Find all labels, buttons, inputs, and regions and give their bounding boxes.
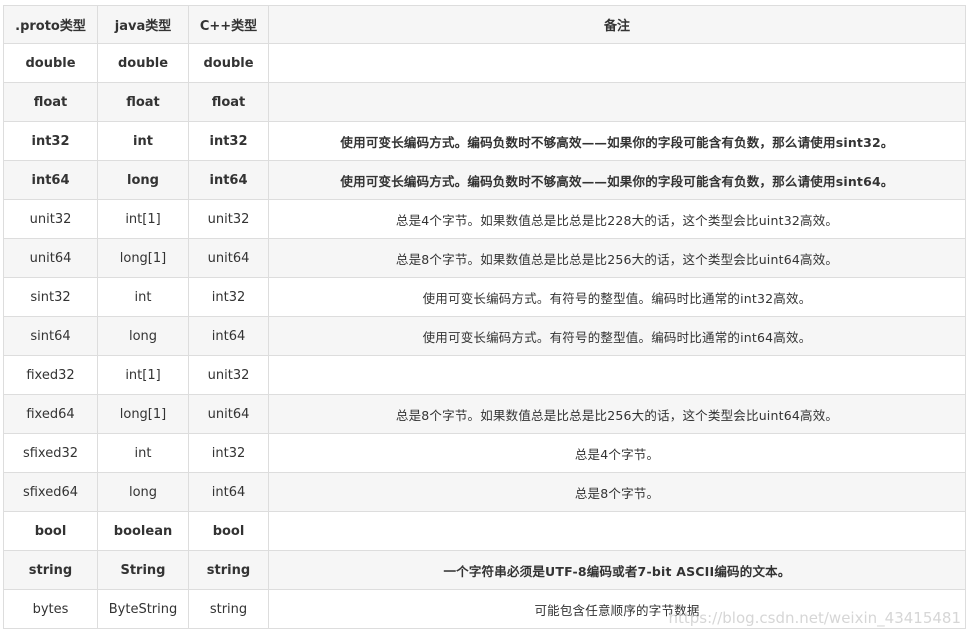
java-type-cell: long [97,316,189,356]
java-type-cell: int [97,121,189,161]
header-row: .proto类型 java类型 C++类型 备注 [3,5,966,44]
proto-type-cell: bool [3,511,98,551]
java-type-cell: long[1] [97,238,189,278]
table-row: string String string 一个字符串必须是UTF-8编码或者7-… [3,550,966,590]
header-cpp-type: C++类型 [188,5,269,44]
proto-type-cell: sfixed64 [3,472,98,512]
table-row: int64 long int64 使用可变长编码方式。编码负数时不够高效——如果… [3,160,966,200]
table-row: bytes ByteString string 可能包含任意顺序的字节数据 [3,589,966,629]
cpp-type-cell: double [188,43,269,83]
java-type-cell: int[1] [97,355,189,395]
note-cell: 总是8个字节。 [268,472,966,512]
table-row: sfixed32 int int32 总是4个字节。 [3,433,966,473]
header-java-type: java类型 [97,5,189,44]
cpp-type-cell: unit64 [188,238,269,278]
cpp-type-cell: int32 [188,277,269,317]
note-cell [268,511,966,551]
table-row: sfixed64 long int64 总是8个字节。 [3,472,966,512]
note-cell: 总是4个字节。 [268,433,966,473]
table-row: bool boolean bool [3,511,966,551]
header-note: 备注 [268,5,966,44]
proto-type-cell: bytes [3,589,98,629]
java-type-cell: float [97,82,189,122]
proto-type-cell: sint32 [3,277,98,317]
note-cell [268,82,966,122]
proto-type-cell: unit32 [3,199,98,239]
cpp-type-cell: unit64 [188,394,269,434]
note-cell: 总是4个字节。如果数值总是比总是比228大的话，这个类型会比uint32高效。 [268,199,966,239]
note-cell: 使用可变长编码方式。编码负数时不够高效——如果你的字段可能含有负数，那么请使用s… [268,160,966,200]
proto-type-cell: double [3,43,98,83]
cpp-type-cell: int32 [188,121,269,161]
note-cell: 一个字符串必须是UTF-8编码或者7-bit ASCII编码的文本。 [268,550,966,590]
java-type-cell: double [97,43,189,83]
type-mapping-table: .proto类型 java类型 C++类型 备注 double double d… [3,5,966,629]
cpp-type-cell: string [188,550,269,590]
proto-type-cell: float [3,82,98,122]
java-type-cell: long [97,160,189,200]
note-cell [268,355,966,395]
cpp-type-cell: float [188,82,269,122]
java-type-cell: int [97,277,189,317]
proto-type-cell: unit64 [3,238,98,278]
table-row: unit32 int[1] unit32 总是4个字节。如果数值总是比总是比22… [3,199,966,239]
table-body: double double double float float float i… [3,43,966,629]
table-row: unit64 long[1] unit64 总是8个字节。如果数值总是比总是比2… [3,238,966,278]
proto-type-cell: int32 [3,121,98,161]
cpp-type-cell: int64 [188,472,269,512]
java-type-cell: boolean [97,511,189,551]
cpp-type-cell: int32 [188,433,269,473]
table-row: fixed32 int[1] unit32 [3,355,966,395]
note-cell: 使用可变长编码方式。编码负数时不够高效——如果你的字段可能含有负数，那么请使用s… [268,121,966,161]
java-type-cell: ByteString [97,589,189,629]
cpp-type-cell: string [188,589,269,629]
table-row: fixed64 long[1] unit64 总是8个字节。如果数值总是比总是比… [3,394,966,434]
note-cell [268,43,966,83]
note-cell: 总是8个字节。如果数值总是比总是比256大的话，这个类型会比uint64高效。 [268,238,966,278]
note-cell: 使用可变长编码方式。有符号的整型值。编码时比通常的int32高效。 [268,277,966,317]
java-type-cell: long[1] [97,394,189,434]
table-row: sint64 long int64 使用可变长编码方式。有符号的整型值。编码时比… [3,316,966,356]
proto-type-cell: int64 [3,160,98,200]
table-row: int32 int int32 使用可变长编码方式。编码负数时不够高效——如果你… [3,121,966,161]
table-row: sint32 int int32 使用可变长编码方式。有符号的整型值。编码时比通… [3,277,966,317]
table-header: .proto类型 java类型 C++类型 备注 [3,5,966,44]
cpp-type-cell: int64 [188,160,269,200]
cpp-type-cell: unit32 [188,199,269,239]
note-cell: 总是8个字节。如果数值总是比总是比256大的话，这个类型会比uint64高效。 [268,394,966,434]
proto-type-cell: string [3,550,98,590]
cpp-type-cell: int64 [188,316,269,356]
note-cell: 使用可变长编码方式。有符号的整型值。编码时比通常的int64高效。 [268,316,966,356]
note-cell: 可能包含任意顺序的字节数据 [268,589,966,629]
java-type-cell: int[1] [97,199,189,239]
java-type-cell: int [97,433,189,473]
proto-type-cell: sfixed32 [3,433,98,473]
table-row: float float float [3,82,966,122]
cpp-type-cell: unit32 [188,355,269,395]
proto-type-cell: fixed32 [3,355,98,395]
java-type-cell: String [97,550,189,590]
page-content: .proto类型 java类型 C++类型 备注 double double d… [3,5,966,629]
proto-type-cell: sint64 [3,316,98,356]
java-type-cell: long [97,472,189,512]
header-proto-type: .proto类型 [3,5,98,44]
cpp-type-cell: bool [188,511,269,551]
table-row: double double double [3,43,966,83]
proto-type-cell: fixed64 [3,394,98,434]
